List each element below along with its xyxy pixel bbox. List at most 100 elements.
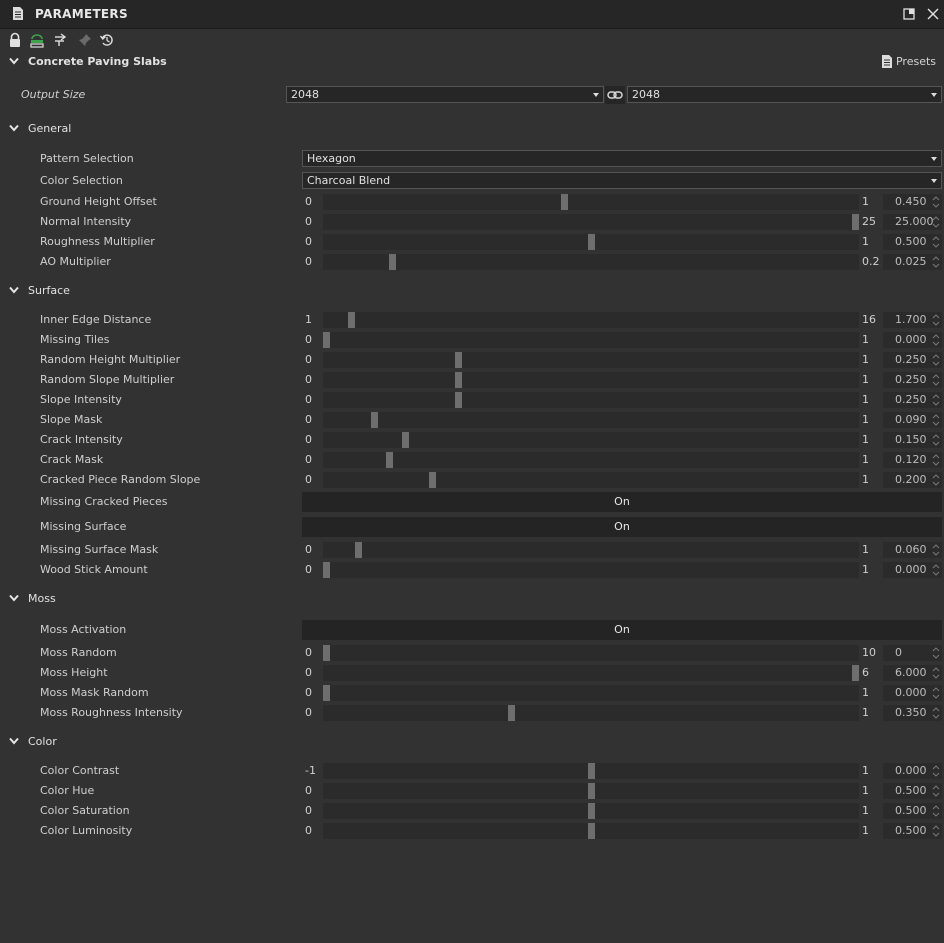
section-surface[interactable]: Surface bbox=[0, 281, 944, 301]
presets-button[interactable]: Presets bbox=[881, 55, 936, 68]
slider-handle[interactable] bbox=[389, 254, 396, 270]
expose-parameter-icon[interactable] bbox=[53, 32, 69, 48]
slider-handle[interactable] bbox=[588, 763, 595, 779]
slider-handle[interactable] bbox=[355, 542, 362, 558]
chevron-down-icon[interactable] bbox=[9, 286, 19, 294]
spin-arrows-icon[interactable] bbox=[932, 235, 940, 249]
value-field[interactable]: 0 bbox=[883, 645, 942, 661]
slider-track[interactable] bbox=[323, 542, 859, 558]
share-icon[interactable] bbox=[29, 32, 45, 48]
slider-handle[interactable] bbox=[455, 372, 462, 388]
value-field[interactable]: 0.150 bbox=[883, 432, 942, 448]
slider-handle[interactable] bbox=[508, 705, 515, 721]
spin-arrows-icon[interactable] bbox=[932, 333, 940, 347]
slider-handle[interactable] bbox=[455, 392, 462, 408]
slider-track[interactable] bbox=[323, 312, 859, 328]
spin-arrows-icon[interactable] bbox=[932, 804, 940, 818]
value-field[interactable]: 0.250 bbox=[883, 352, 942, 368]
slider-handle[interactable] bbox=[323, 685, 330, 701]
value-field[interactable]: 1.700 bbox=[883, 312, 942, 328]
value-field[interactable]: 0.500 bbox=[883, 234, 942, 250]
slider-handle[interactable] bbox=[371, 412, 378, 428]
spin-arrows-icon[interactable] bbox=[932, 563, 940, 577]
slider-handle[interactable] bbox=[429, 472, 436, 488]
slider-handle[interactable] bbox=[588, 823, 595, 839]
spin-arrows-icon[interactable] bbox=[932, 195, 940, 209]
slider-track[interactable] bbox=[323, 452, 859, 468]
slider-track[interactable] bbox=[323, 472, 859, 488]
slider-track[interactable] bbox=[323, 352, 859, 368]
color-selection-select[interactable]: Charcoal Blend bbox=[302, 172, 942, 189]
chevron-down-icon[interactable] bbox=[9, 737, 19, 745]
slider-track[interactable] bbox=[323, 823, 859, 839]
value-field[interactable]: 0.120 bbox=[883, 452, 942, 468]
slider-handle[interactable] bbox=[455, 352, 462, 368]
chevron-down-icon[interactable] bbox=[9, 594, 19, 602]
slider-handle[interactable] bbox=[588, 783, 595, 799]
slider-track[interactable] bbox=[323, 392, 859, 408]
chevron-down-icon[interactable] bbox=[9, 124, 19, 132]
pin-icon[interactable] bbox=[77, 32, 93, 48]
slider-track[interactable] bbox=[323, 194, 859, 210]
value-field[interactable]: 6.000 bbox=[883, 665, 942, 681]
slider-handle[interactable] bbox=[323, 332, 330, 348]
close-icon[interactable] bbox=[926, 7, 940, 21]
pattern-selection-select[interactable]: Hexagon bbox=[302, 150, 942, 167]
slider-track[interactable] bbox=[323, 214, 859, 230]
slider-handle[interactable] bbox=[588, 234, 595, 250]
spin-arrows-icon[interactable] bbox=[932, 824, 940, 838]
value-field[interactable]: 0.250 bbox=[883, 392, 942, 408]
spin-arrows-icon[interactable] bbox=[932, 373, 940, 387]
slider-handle[interactable] bbox=[588, 803, 595, 819]
slider-track[interactable] bbox=[323, 685, 859, 701]
value-field[interactable]: 0.450 bbox=[883, 194, 942, 210]
slider-handle[interactable] bbox=[561, 194, 568, 210]
lock-icon[interactable] bbox=[7, 32, 23, 48]
value-field[interactable]: 0.060 bbox=[883, 542, 942, 558]
slider-track[interactable] bbox=[323, 562, 859, 578]
slider-track[interactable] bbox=[323, 783, 859, 799]
slider-handle[interactable] bbox=[386, 452, 393, 468]
spin-arrows-icon[interactable] bbox=[932, 215, 940, 229]
slider-handle[interactable] bbox=[323, 562, 330, 578]
value-field[interactable]: 0.000 bbox=[883, 562, 942, 578]
value-field[interactable]: 0.500 bbox=[883, 783, 942, 799]
slider-track[interactable] bbox=[323, 705, 859, 721]
link-size-button[interactable] bbox=[605, 86, 625, 104]
spin-arrows-icon[interactable] bbox=[932, 543, 940, 557]
slider-track[interactable] bbox=[323, 665, 859, 681]
spin-arrows-icon[interactable] bbox=[932, 353, 940, 367]
slider-track[interactable] bbox=[323, 372, 859, 388]
spin-arrows-icon[interactable] bbox=[932, 666, 940, 680]
slider-handle[interactable] bbox=[852, 214, 859, 230]
slider-track[interactable] bbox=[323, 432, 859, 448]
spin-arrows-icon[interactable] bbox=[932, 646, 940, 660]
spin-arrows-icon[interactable] bbox=[932, 313, 940, 327]
section-general[interactable]: General bbox=[0, 119, 944, 139]
slider-handle[interactable] bbox=[323, 645, 330, 661]
missing-surface-toggle[interactable]: On bbox=[302, 517, 942, 537]
output-height-select[interactable]: 2048 bbox=[627, 86, 942, 103]
slider-track[interactable] bbox=[323, 332, 859, 348]
output-width-select[interactable]: 2048 bbox=[286, 86, 604, 103]
missing-cracked-pieces-toggle[interactable]: On bbox=[302, 492, 942, 512]
value-field[interactable]: 0.000 bbox=[883, 685, 942, 701]
spin-arrows-icon[interactable] bbox=[932, 706, 940, 720]
slider-track[interactable] bbox=[323, 645, 859, 661]
value-field[interactable]: 0.000 bbox=[883, 763, 942, 779]
spin-arrows-icon[interactable] bbox=[932, 453, 940, 467]
value-field[interactable]: 0.025 bbox=[883, 254, 942, 270]
value-field[interactable]: 0.500 bbox=[883, 803, 942, 819]
moss-activation-toggle[interactable]: On bbox=[302, 620, 942, 640]
reset-icon[interactable] bbox=[99, 32, 115, 48]
slider-track[interactable] bbox=[323, 763, 859, 779]
value-field[interactable]: 0.090 bbox=[883, 412, 942, 428]
slider-track[interactable] bbox=[323, 412, 859, 428]
spin-arrows-icon[interactable] bbox=[932, 784, 940, 798]
spin-arrows-icon[interactable] bbox=[932, 686, 940, 700]
slider-track[interactable] bbox=[323, 803, 859, 819]
value-field[interactable]: 0.000 bbox=[883, 332, 942, 348]
spin-arrows-icon[interactable] bbox=[932, 413, 940, 427]
slider-handle[interactable] bbox=[852, 665, 859, 681]
slider-handle[interactable] bbox=[402, 432, 409, 448]
